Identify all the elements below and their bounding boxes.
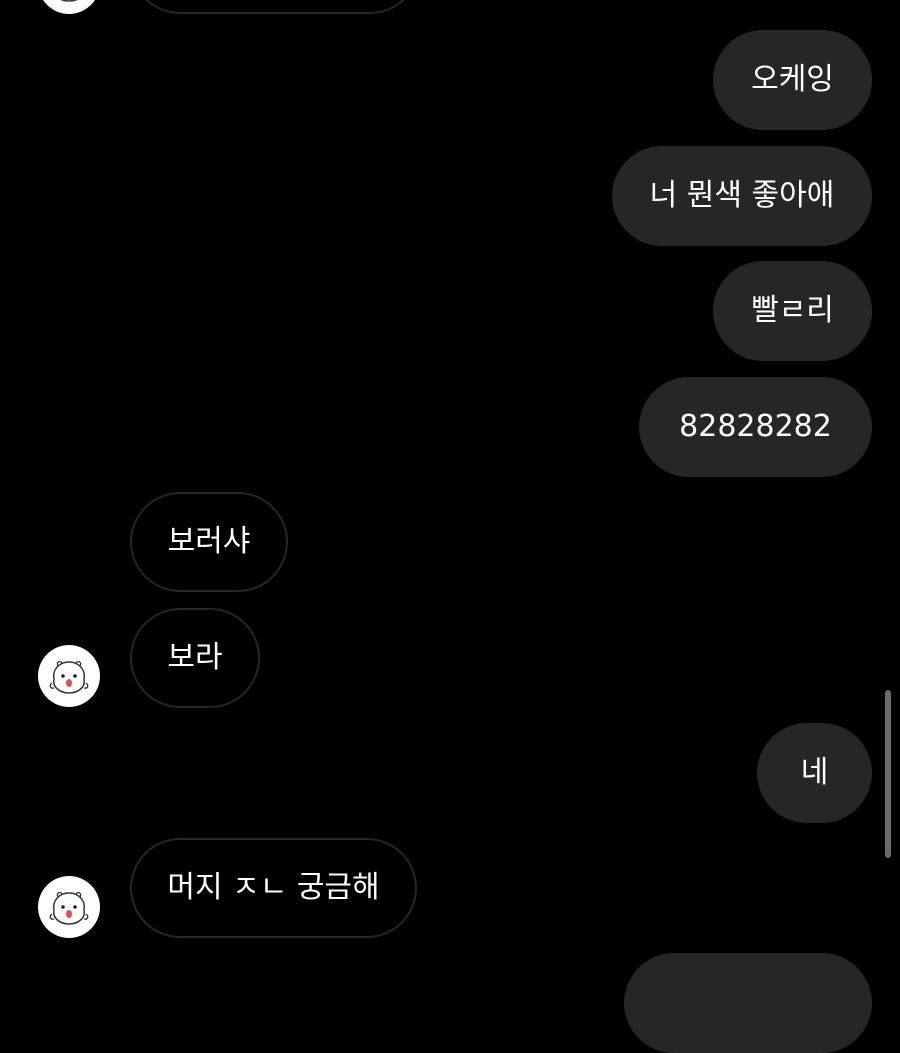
- message-text: 오케잉: [751, 62, 834, 97]
- message-bubble-sent[interactable]: 오케잉: [713, 30, 872, 130]
- contact-avatar[interactable]: [38, 645, 100, 707]
- message-text: 빨ㄹ리: [751, 293, 834, 328]
- hamster-avatar-icon: [60, 0, 78, 2]
- message-text: 네: [800, 755, 829, 790]
- hamster-avatar-icon: [49, 891, 89, 925]
- message-bubble-partial-sent[interactable]: [624, 953, 872, 1053]
- message-bubble-partial-received[interactable]: [130, 0, 420, 14]
- message-text: 82828282: [679, 409, 832, 444]
- message-bubble-received[interactable]: 보라: [130, 608, 260, 708]
- message-text: 보라: [167, 640, 223, 675]
- message-bubble-received[interactable]: 보러샤: [130, 492, 288, 592]
- message-text: 보러샤: [167, 524, 251, 559]
- hamster-avatar-icon: [49, 660, 89, 694]
- message-bubble-sent[interactable]: 82828282: [639, 377, 872, 477]
- message-bubble-sent[interactable]: 빨ㄹ리: [713, 261, 872, 361]
- scrollbar-thumb[interactable]: [885, 690, 891, 858]
- message-bubble-sent[interactable]: 네: [757, 723, 872, 823]
- contact-avatar-partial[interactable]: [38, 0, 100, 14]
- message-text: 너 뭔색 좋아애: [649, 178, 835, 213]
- contact-avatar[interactable]: [38, 876, 100, 938]
- message-text: 머지 ㅈㄴ 궁금해: [167, 870, 380, 905]
- message-bubble-received[interactable]: 머지 ㅈㄴ 궁금해: [130, 838, 417, 938]
- message-bubble-sent[interactable]: 너 뭔색 좋아애: [612, 146, 872, 246]
